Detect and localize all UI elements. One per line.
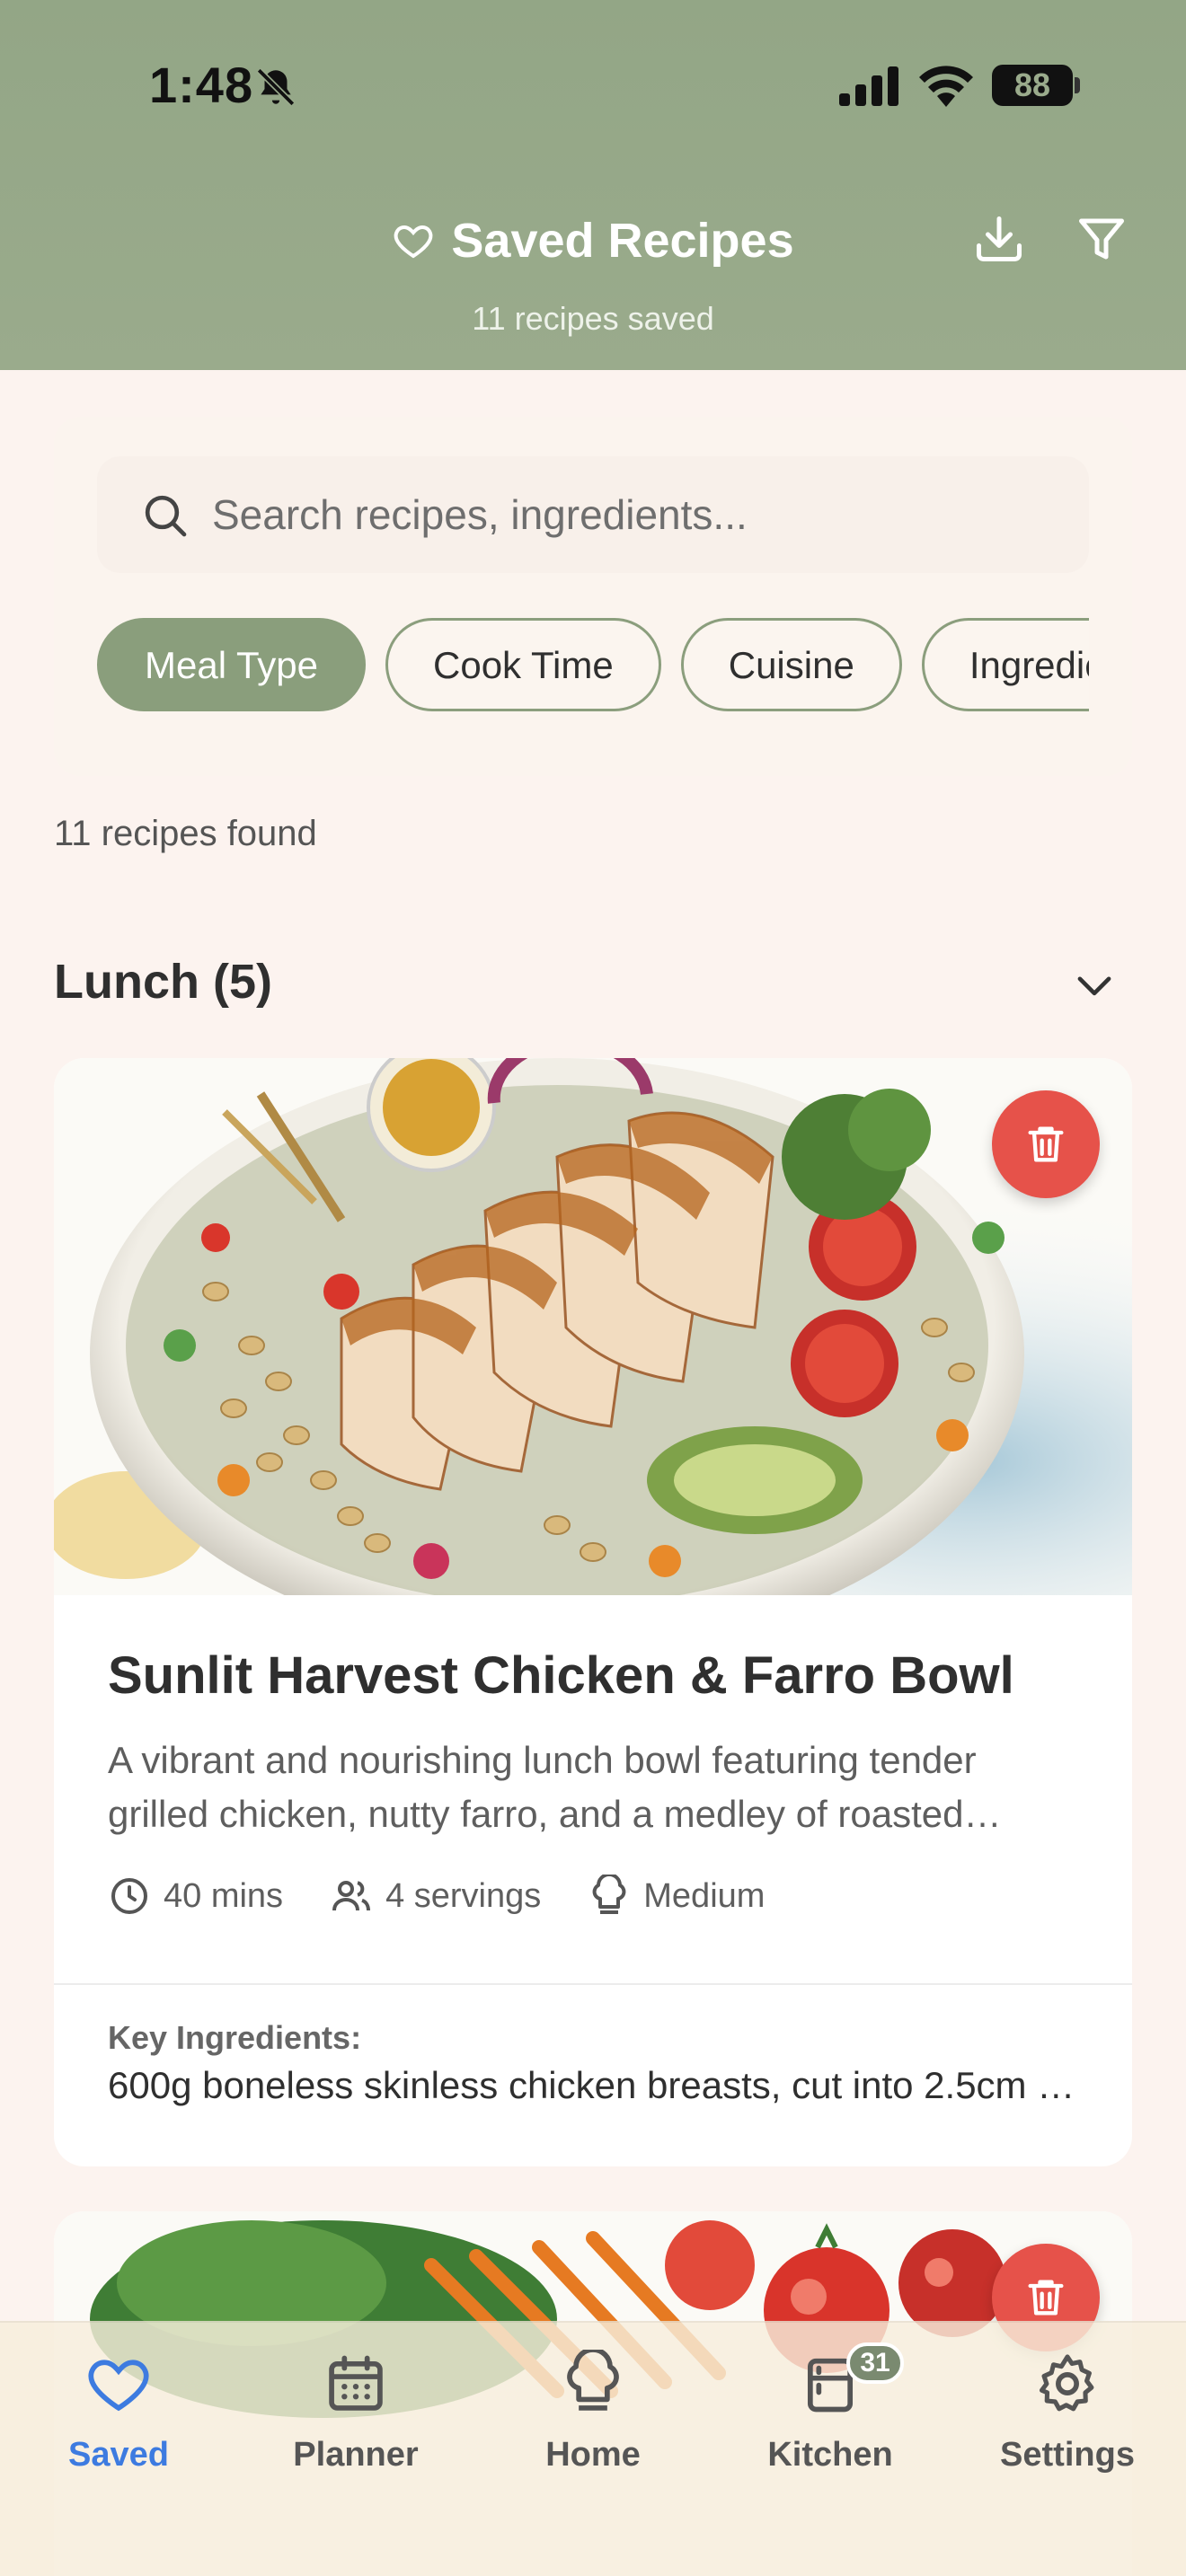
section-title-lunch[interactable]: Lunch (5) — [54, 954, 272, 1010]
tab-settings[interactable]: Settings — [949, 2342, 1186, 2522]
wifi-icon — [919, 66, 973, 107]
cook-time: 40 mins — [108, 1875, 283, 1918]
filter-icon[interactable] — [1075, 212, 1128, 266]
delete-recipe-button[interactable] — [992, 1090, 1100, 1198]
heart-icon — [88, 2360, 149, 2412]
heart-icon — [394, 225, 433, 259]
page-title: Saved Recipes — [451, 214, 794, 268]
recipe-card[interactable]: Sunlit Harvest Chicken & Farro Bowl A vi… — [54, 1058, 1132, 2166]
recipe-meta: 40 mins 4 servings Medium — [108, 1874, 811, 1919]
calendar-icon — [329, 2355, 383, 2411]
recipe-title: Sunlit Harvest Chicken & Farro Bowl — [108, 1646, 1014, 1705]
saved-count-subtitle: 11 recipes saved — [472, 300, 714, 337]
status-bar: 1:48 88 — [0, 0, 1186, 171]
servings: 4 servings — [330, 1875, 541, 1918]
bell-muted-icon — [256, 67, 296, 107]
chip-ingredients[interactable]: Ingredients — [921, 618, 1089, 711]
trash-icon — [1028, 2280, 1064, 2316]
trash-icon — [1028, 1126, 1064, 1162]
cook-time-value: 40 mins — [164, 1876, 284, 1915]
filter-chips-row: Meal TypeCook TimeCuisineIngredients — [97, 618, 1089, 715]
key-ingredients-text: 600g boneless skinless chicken breasts, … — [108, 2064, 1087, 2106]
clock-icon — [111, 1878, 147, 1914]
tab-home[interactable]: Home — [474, 2342, 712, 2522]
key-ingredients-label: Key Ingredients: — [108, 2019, 362, 2056]
search-filter-panel: Meal TypeCook TimeCuisineIngredients — [54, 417, 1132, 776]
chevron-down-icon[interactable] — [1069, 966, 1120, 1008]
chef-hat-icon — [592, 1875, 626, 1914]
search-box[interactable] — [97, 456, 1089, 573]
tab-label: Home — [545, 2436, 641, 2474]
recipe-description: A vibrant and nourishing lunch bowl feat… — [108, 1739, 977, 1835]
chip-meal-type[interactable]: Meal Type — [97, 618, 366, 711]
search-icon — [145, 495, 187, 537]
status-time: 1:48 — [149, 57, 254, 113]
kitchen-badge: 31 — [846, 2342, 904, 2384]
servings-value: 4 servings — [385, 1876, 542, 1915]
difficulty-value: Medium — [643, 1876, 766, 1915]
search-input[interactable] — [212, 478, 1057, 551]
battery-indicator: 88 — [992, 65, 1073, 106]
app-header: 1:48 88 Saved Recipes 11 recipes saved — [0, 0, 1186, 370]
battery-cap — [1075, 77, 1080, 93]
card-divider — [54, 1983, 1132, 1985]
tab-label: Saved — [68, 2436, 169, 2474]
bottom-tab-bar: Saved Planner Home 31 Kitchen Settings — [0, 2321, 1186, 2576]
tab-kitchen[interactable]: 31 Kitchen — [712, 2342, 949, 2522]
people-icon — [332, 1881, 371, 1911]
tab-label: Settings — [1000, 2436, 1135, 2474]
tab-planner[interactable]: Planner — [237, 2342, 474, 2522]
chip-cuisine[interactable]: Cuisine — [680, 618, 902, 711]
chip-cook-time[interactable]: Cook Time — [385, 618, 661, 711]
gear-icon — [1039, 2354, 1094, 2412]
download-icon[interactable] — [972, 212, 1026, 266]
chef-hat-icon — [567, 2350, 619, 2411]
tab-label: Planner — [293, 2436, 419, 2474]
cellular-signal-icon — [839, 66, 898, 106]
tab-label: Kitchen — [767, 2436, 893, 2474]
tab-saved[interactable]: Saved — [0, 2342, 237, 2522]
difficulty: Medium — [588, 1875, 765, 1918]
recipe-image-chicken-farro-bowl — [54, 1058, 1132, 1595]
results-count: 11 recipes found — [54, 814, 317, 853]
